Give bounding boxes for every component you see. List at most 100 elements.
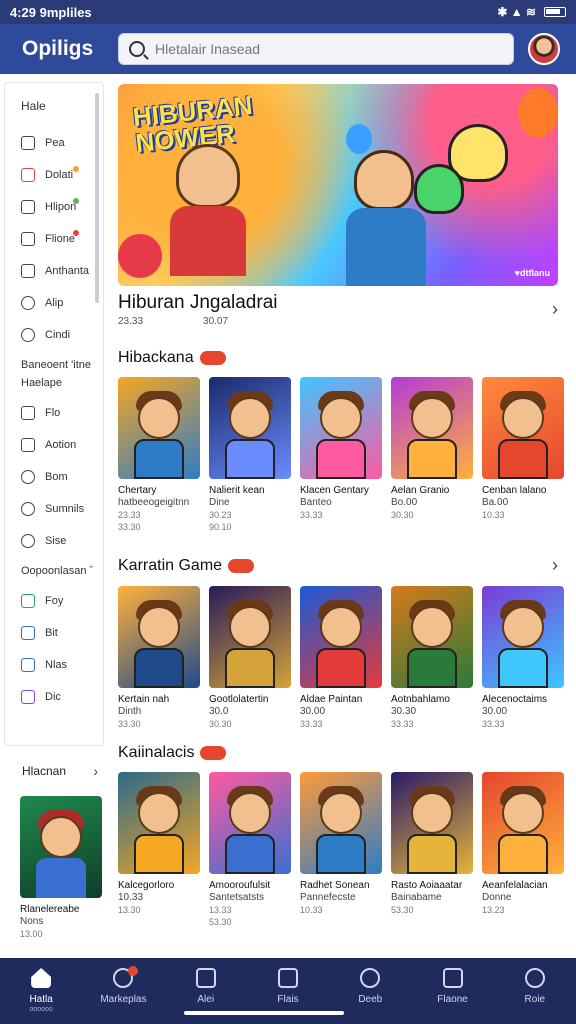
game-card[interactable]: Chertary hatbeeogeigitnn 23.33 33.30 [118,377,200,533]
balloon-icon [518,88,558,138]
chevron-right-icon: › [93,763,98,779]
card-thumbnail[interactable] [300,772,382,874]
featured-row[interactable]: Hiburan Jngaladrai 23.33 30.07 › [118,292,558,327]
card-thumbnail[interactable] [300,377,382,479]
sidebar-item[interactable]: Flo [5,397,103,429]
card-thumbnail[interactable] [391,377,473,479]
notification-dot [73,230,79,236]
nav-item[interactable]: Markeplas [88,966,158,1005]
nav-item[interactable]: Deeb [335,968,405,1005]
sidebar-item[interactable]: Pea [5,127,103,159]
card-title: Klacen Gentary [300,485,369,496]
section-header[interactable]: Kaiinalacis [118,744,558,762]
sidebar-item[interactable]: Sise [5,525,103,557]
game-card[interactable]: Gootlolatertin 30.0 30.30 [209,586,291,730]
nav-label: Alei [197,994,215,1005]
sidebar-item[interactable]: Foy [5,585,103,617]
avatar[interactable] [528,33,560,65]
game-card[interactable]: Klacen Gentary Banteo 33.33 [300,377,382,533]
section-header[interactable]: Karratin Game › [118,555,558,576]
character-body [316,439,366,479]
game-card[interactable]: Amooroufulsit Santetsatsts 13.33 53.30 [209,772,291,928]
game-card[interactable]: Rasto Aoiaaatar Bainabame 53.30 [391,772,473,928]
character-body [225,439,275,479]
sidebar-item[interactable]: Sumnils [5,493,103,525]
sidebar-section-dropdown[interactable]: Oopoonlasan ˇ [5,557,103,585]
card-title: Aotnbahlamo [391,694,450,705]
game-card[interactable]: Radhet Sonean Pannefecste 10.33 [300,772,382,928]
featured-title: Hiburan Jngaladrai [118,292,278,313]
nav-label: Hatla [29,994,53,1005]
game-card[interactable]: Kertain nah Dinth 33.30 [118,586,200,730]
game-card[interactable]: Aotnbahlamo 30.30 33.33 [391,586,473,730]
card-thumbnail[interactable] [482,586,564,688]
card-thumbnail[interactable] [118,772,200,874]
nav-item[interactable]: Flais [253,968,323,1005]
sidebar-item[interactable]: Dic [5,681,103,713]
sidebar-item[interactable]: Cindi [5,319,103,351]
sidebar-item[interactable]: Bit [5,617,103,649]
card-thumbnail[interactable] [482,377,564,479]
section-title: Karratin Game [118,557,255,575]
search-box[interactable] [118,33,514,65]
status-glyphs: ✱ ▲ ≋ [497,5,536,19]
card-thumbnail[interactable] [20,796,102,898]
character-body [407,439,457,479]
home-indicator[interactable] [184,1011,344,1015]
game-card[interactable]: Kalcegorloro 10.33 13.30 [118,772,200,928]
card-subtitle: 30.30 [391,706,417,717]
sidebar-item[interactable]: Anthanta [5,255,103,287]
sidebar-item[interactable]: Bom [5,461,103,493]
card-title: Chertary [118,485,157,496]
clock-icon [21,328,35,342]
game-card[interactable]: Cenban lalano Ba.00 10.33 [482,377,564,533]
card-thumbnail[interactable] [391,586,473,688]
card-thumbnail[interactable] [118,377,200,479]
notification-dot [73,166,79,172]
sidebar-item-label: Cindi [45,329,71,341]
game-card[interactable]: Alecenoctaims 30.00 33.33 [482,586,564,730]
sidebar-item[interactable]: Flione [5,223,103,255]
card-thumbnail[interactable] [391,772,473,874]
section-header[interactable]: Hibackana [118,349,558,367]
left-card[interactable]: Rlanelereabe Nons 13.00 [20,796,104,940]
mascot-illustration [414,164,464,214]
card-title: Cenban lalano [482,485,547,496]
doc-icon [21,690,35,704]
sidebar-section-subtitle: Haelape [21,377,62,389]
chevron-right-icon[interactable]: › [552,299,558,320]
search-icon [129,41,145,57]
nav-item[interactable]: Roie [500,968,570,1005]
character-face [320,397,362,439]
card-thumbnail[interactable] [209,772,291,874]
sidebar-item[interactable]: Nlas [5,649,103,681]
game-card[interactable]: Aldae Paintan 30.00 33.33 [300,586,382,730]
sidebar-footer-link[interactable]: Hlacnan › [4,756,104,786]
hero-banner[interactable]: HIBURAN NOWER ♥dtflanu [118,84,558,286]
featured-meta-2: 30.07 [203,316,229,327]
sidebar-item-label: Bit [45,627,58,639]
game-card[interactable]: Nalierit kean Dine 30.23 90.10 [209,377,291,533]
sidebar-item[interactable]: Alip [5,287,103,319]
card-thumbnail[interactable] [209,586,291,688]
card-price: 10.33 [482,510,505,520]
card-thumbnail[interactable] [300,586,382,688]
card-thumbnail[interactable] [118,586,200,688]
card-thumbnail[interactable] [209,377,291,479]
game-card[interactable]: Aeanfelalacian Donne 13.23 [482,772,564,928]
sidebar-item[interactable]: Hlipon [5,191,103,223]
card-thumbnail[interactable] [482,772,564,874]
nav-label: Flaone [437,994,468,1005]
card-price: 13.23 [482,905,505,915]
chevron-right-icon[interactable]: › [552,555,558,576]
nav-item[interactable]: Alei [171,968,241,1005]
section-title-text: Kaiinalacis [118,744,195,761]
nav-item[interactable]: Flaone [418,968,488,1005]
sidebar-item[interactable]: Aotion [5,429,103,461]
card-subtitle: 10.33 [118,892,144,903]
search-input[interactable] [155,41,475,57]
sidebar-item[interactable]: Dolati [5,159,103,191]
status-icons: ✱ ▲ ≋ [497,5,566,19]
nav-item[interactable]: Hatla oooooo [6,968,76,1013]
game-card[interactable]: Aelan Granio Bo.00 30.30 [391,377,473,533]
